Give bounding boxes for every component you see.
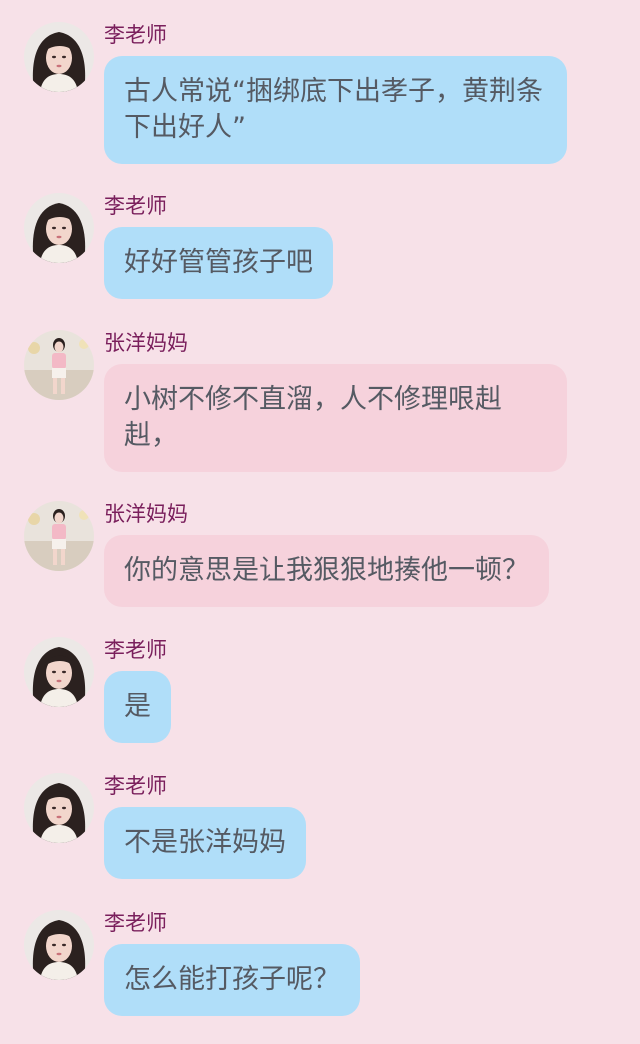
teacher-avatar-icon[interactable] (24, 773, 94, 843)
sender-name: 李老师 (104, 23, 167, 47)
teacher-avatar-icon[interactable] (24, 22, 94, 92)
message-bubble[interactable]: 怎么能打孩子呢？ (104, 944, 360, 1016)
message-bubble[interactable]: 是 (104, 671, 171, 743)
message-bubble[interactable]: 小树不修不直溜，人不修理哏赳赳， (104, 364, 567, 472)
parent-avatar-icon[interactable] (24, 330, 94, 400)
sender-name: 李老师 (104, 774, 167, 798)
message-bubble[interactable]: 好好管管孩子吧 (104, 227, 333, 299)
chat-message-list: 李老师 古人常说“捆绑底下出孝子，黄荆条下出好人” 李老师 好好管管孩子吧 张洋… (0, 0, 640, 1044)
parent-avatar-icon[interactable] (24, 501, 94, 571)
message-bubble[interactable]: 不是张洋妈妈 (104, 807, 306, 879)
teacher-avatar-icon[interactable] (24, 637, 94, 707)
sender-name: 李老师 (104, 911, 167, 935)
teacher-avatar-icon[interactable] (24, 193, 94, 263)
message-bubble[interactable]: 你的意思是让我狠狠地揍他一顿？ (104, 535, 549, 607)
teacher-avatar-icon[interactable] (24, 910, 94, 980)
sender-name: 张洋妈妈 (104, 502, 188, 526)
message-bubble[interactable]: 古人常说“捆绑底下出孝子，黄荆条下出好人” (104, 56, 567, 164)
sender-name: 李老师 (104, 638, 167, 662)
sender-name: 李老师 (104, 194, 167, 218)
sender-name: 张洋妈妈 (104, 331, 188, 355)
